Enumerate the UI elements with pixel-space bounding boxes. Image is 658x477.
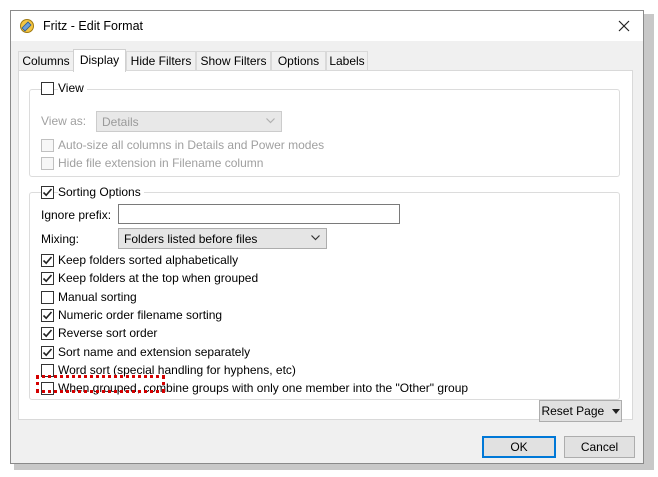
sorting-options-checkbox[interactable] (41, 186, 54, 199)
autosize-checkbox[interactable] (41, 139, 54, 152)
tab-show-filters[interactable]: Show Filters (196, 51, 271, 71)
checkmark-icon (42, 329, 53, 338)
sort-option-checkbox[interactable] (41, 272, 54, 285)
checkmark-icon (42, 188, 53, 197)
tab-display[interactable]: Display (73, 49, 126, 72)
ignore-prefix-label: Ignore prefix: (41, 208, 112, 222)
tab-labels[interactable]: Labels (326, 51, 368, 71)
hide-extension-checkbox[interactable] (41, 157, 54, 170)
checkmark-icon (42, 348, 53, 357)
tab-options[interactable]: Options (271, 51, 326, 71)
view-as-value: Details (102, 115, 139, 129)
sort-option-checkbox[interactable] (41, 309, 54, 322)
cancel-button[interactable]: Cancel (564, 436, 635, 458)
view-group-label: View (58, 81, 87, 95)
sort-option-label: Sort name and extension separately (58, 345, 251, 359)
reset-page-label: Reset Page (541, 404, 605, 418)
tab-columns[interactable]: Columns (18, 51, 74, 71)
display-tab-panel: View View as: Details Auto-size all colu… (18, 70, 633, 420)
hide-extension-label: Hide file extension in Filename column (58, 156, 264, 170)
sort-option-label: Numeric order filename sorting (58, 308, 223, 322)
checkmark-icon (42, 311, 53, 320)
mixing-value: Folders listed before files (124, 232, 258, 246)
checkmark-icon (42, 274, 53, 283)
view-checkbox[interactable] (41, 82, 54, 95)
window-title: Fritz - Edit Format (43, 19, 144, 33)
sort-option-checkbox[interactable] (41, 254, 54, 267)
sorting-options-label: Sorting Options (58, 185, 144, 199)
sort-option-label: Manual sorting (58, 290, 137, 304)
checkmark-icon (42, 256, 53, 265)
app-icon (19, 18, 35, 34)
sort-option-label: Keep folders at the top when grouped (58, 271, 259, 285)
close-icon (618, 20, 630, 32)
chevron-down-icon (311, 235, 320, 241)
view-as-select[interactable]: Details (96, 111, 282, 132)
reset-page-button[interactable]: Reset Page (539, 400, 622, 422)
chevron-down-icon (266, 118, 275, 124)
ok-button[interactable]: OK (482, 436, 556, 458)
sort-option-checkbox[interactable] (41, 346, 54, 359)
highlight-annotation (36, 375, 165, 393)
sort-option-checkbox[interactable] (41, 291, 54, 304)
tab-hide-filters[interactable]: Hide Filters (126, 51, 196, 71)
autosize-label: Auto-size all columns in Details and Pow… (58, 138, 325, 152)
sort-option-label: Reverse sort order (58, 326, 158, 340)
mixing-label: Mixing: (41, 232, 80, 246)
sort-option-checkbox[interactable] (41, 327, 54, 340)
title-bar: Fritz - Edit Format (11, 11, 643, 41)
dropdown-arrow-icon (611, 409, 620, 415)
ignore-prefix-input[interactable] (118, 204, 400, 224)
edit-format-dialog: Fritz - Edit Format Columns Display Hide… (10, 10, 644, 464)
mixing-select[interactable]: Folders listed before files (118, 228, 327, 249)
sort-option-label: Keep folders sorted alphabetically (58, 253, 239, 267)
close-button[interactable] (607, 11, 641, 41)
view-as-label: View as: (41, 114, 87, 128)
